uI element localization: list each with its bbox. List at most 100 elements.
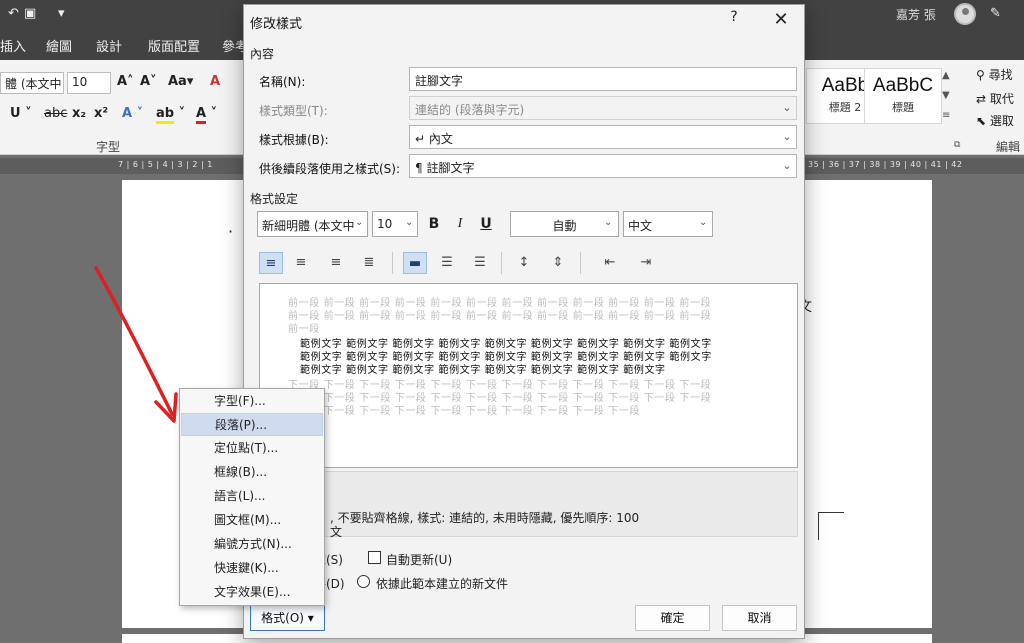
decrease-indent-icon[interactable]: ⇤ — [598, 252, 622, 274]
format-menu-button[interactable]: 格式(O) ▾ — [250, 605, 325, 631]
preview-previous-line: 前一段 前一段 前一段 前一段 前一段 前一段 前一段 前一段 前一段 前一段 … — [288, 298, 712, 309]
subscript-icon[interactable]: x₂ — [72, 106, 86, 121]
menu-item-text-effects[interactable]: 文字效果(E)... — [181, 581, 323, 604]
toolbar-divider — [392, 252, 393, 274]
style-preview-pane: 前一段 前一段 前一段 前一段 前一段 前一段 前一段 前一段 前一段 前一段 … — [259, 283, 798, 468]
grow-font-icon[interactable]: A˄ — [117, 74, 134, 89]
ribbon-font-size[interactable]: 10 — [67, 72, 111, 94]
following-style-label: 供後續段落使用之樣式(S): — [259, 162, 401, 176]
superscript-icon[interactable]: x² — [94, 106, 108, 121]
single-spacing-icon[interactable]: ▬ — [403, 252, 427, 274]
toolbar-divider — [580, 252, 581, 274]
page-corner-mark — [818, 512, 844, 540]
chevron-down-icon: ⌄ — [355, 217, 364, 228]
menu-item-font[interactable]: 字型(F)... — [181, 390, 323, 413]
underline-icon[interactable]: U ˅ — [10, 106, 32, 121]
description-line: 文 — [330, 525, 343, 539]
italic-button[interactable]: I — [448, 211, 472, 237]
menu-item-shortcut-key[interactable]: 快速鍵(K)... — [181, 557, 323, 580]
style-preview: AaBbC — [872, 75, 934, 96]
preview-next-line: 下一段 下一段 下一段 下一段 下一段 下一段 下一段 下一段 下一段 下一段 — [288, 406, 641, 417]
increase-indent-icon[interactable]: ⇥ — [634, 252, 658, 274]
new-documents-label[interactable]: 依據此範本建立的新文件 — [376, 575, 508, 592]
font-value: 新細明體 (本文中 — [262, 219, 355, 233]
font-color-value: 自動 — [552, 219, 577, 233]
align-right-icon[interactable]: ≡ — [324, 252, 348, 274]
page-bullet: · — [228, 222, 234, 241]
menu-item-border[interactable]: 框線(B)... — [181, 461, 323, 484]
change-case-icon[interactable]: Aa▾ — [168, 74, 193, 89]
description-line: , 不要貼齊格線, 樣式: 連結的, 未用時隱藏, 優先順序: 100 — [330, 511, 640, 525]
menu-item-frame[interactable]: 圖文框(M)... — [181, 509, 323, 532]
name-label: 名稱(N): — [259, 75, 306, 89]
avatar[interactable] — [954, 3, 976, 25]
preview-sample-line: 範例文字 範例文字 範例文字 範例文字 範例文字 範例文字 範例文字 範例文字 — [300, 365, 666, 376]
shrink-font-icon[interactable]: A˅ — [140, 74, 157, 89]
undo-icon[interactable]: ↶ — [8, 6, 19, 21]
based-on-value: ↵ 內文 — [415, 132, 453, 146]
format-dropdown-menu: 字型(F)... 段落(P)... 定位點(T)... 框線(B)... 語言(… — [179, 388, 325, 606]
menu-item-tabs[interactable]: 定位點(T)... — [181, 437, 323, 460]
modify-style-dialog: 修改樣式 ? ✕ 內容 名稱(N): 註腳文字 樣式類型(T): 連結的 (段落… — [243, 4, 805, 639]
find-button[interactable]: ⚲ 尋找 — [976, 66, 1013, 83]
styles-launcher-icon[interactable]: ⧉ — [954, 140, 960, 150]
style-type-value: 連結的 (段落與字元) — [415, 103, 525, 117]
replace-button[interactable]: ⇄ 取代 — [976, 90, 1014, 107]
strikethrough-icon[interactable]: abc — [44, 106, 67, 121]
ruler-left-numbers: 7 | 6 | 5 | 4 | 3 | 2 | 1 — [118, 160, 213, 169]
ribbon-font-name[interactable]: 體 (本文中 — [0, 72, 64, 94]
cancel-button[interactable]: 取消 — [722, 605, 797, 631]
text-effects-icon[interactable]: A ˅ — [122, 106, 143, 121]
based-on-select[interactable]: ↵ 內文 ⌄ — [409, 125, 797, 149]
preview-next-line: 下一段 下一段 下一段 下一段 下一段 下一段 下一段 下一段 下一段 下一段 … — [288, 393, 712, 404]
align-left-icon[interactable]: ≡ — [259, 252, 283, 274]
select-button[interactable]: ⬉ 選取 — [976, 112, 1014, 129]
style-type-select: 連結的 (段落與字元) ⌄ — [409, 96, 797, 120]
auto-update-checkbox[interactable] — [368, 551, 381, 564]
script-value: 中文 — [628, 219, 653, 233]
preview-sample-line: 範例文字 範例文字 範例文字 範例文字 範例文字 範例文字 範例文字 範例文字 … — [300, 339, 712, 350]
one-half-spacing-icon[interactable]: ☰ — [435, 252, 459, 274]
new-documents-radio[interactable] — [357, 575, 370, 588]
dialog-title: 修改樣式 — [250, 17, 303, 32]
menu-item-paragraph[interactable]: 段落(P)... — [181, 413, 323, 436]
tab-insert[interactable]: 插入 — [0, 36, 26, 55]
search-icon: ⚲ — [976, 68, 985, 82]
style-title[interactable]: AaBbC 標題 — [864, 68, 942, 124]
auto-update-label[interactable]: 自動更新(U) — [386, 551, 452, 568]
style-type-label: 樣式類型(T): — [259, 104, 328, 118]
highlight-icon[interactable]: ab ˅ — [156, 106, 185, 124]
properties-section-label: 內容 — [250, 47, 275, 61]
close-button[interactable]: ✕ — [770, 9, 792, 31]
styles-scroll-down-icon[interactable]: ▼ — [942, 90, 950, 101]
underline-button[interactable]: U — [474, 211, 498, 237]
editing-group-label: 編輯 — [996, 140, 1021, 154]
space-before-icon[interactable]: ↕ — [512, 252, 536, 274]
toolbar-divider — [501, 252, 502, 274]
ok-button[interactable]: 確定 — [635, 605, 710, 631]
space-after-icon[interactable]: ⇕ — [546, 252, 570, 274]
menu-item-language[interactable]: 語言(L)... — [181, 485, 323, 508]
justify-icon[interactable]: ≣ — [357, 252, 381, 274]
following-style-select[interactable]: ¶ 註腳文字 ⌄ — [409, 154, 797, 178]
pen-icon[interactable]: ✎ — [990, 6, 1001, 21]
bold-button[interactable]: B — [422, 211, 446, 237]
quick-access-dropdown-icon[interactable]: ▾ — [58, 6, 65, 21]
tab-draw[interactable]: 繪圖 — [46, 36, 72, 55]
font-select[interactable]: 新細明體 (本文中 — [257, 211, 368, 237]
double-spacing-icon[interactable]: ☰ — [468, 252, 492, 274]
font-color-icon[interactable]: A ˅ — [196, 106, 217, 124]
briefcase-icon[interactable]: ▣ — [24, 6, 36, 21]
clear-format-icon[interactable]: A — [210, 74, 220, 89]
style-name-input[interactable]: 註腳文字 — [409, 67, 797, 91]
preview-previous-line: 前一段 — [288, 324, 320, 335]
styles-more-icon[interactable]: ≡ — [942, 110, 950, 121]
tab-design[interactable]: 設計 — [96, 36, 122, 55]
menu-item-numbering[interactable]: 編號方式(N)... — [181, 533, 323, 556]
styles-scroll-up-icon[interactable]: ▲ — [942, 70, 950, 81]
tab-layout[interactable]: 版面配置 — [148, 36, 200, 55]
help-button[interactable]: ? — [724, 9, 744, 29]
cursor-icon: ⬉ — [976, 114, 987, 128]
font-color-select[interactable]: 自動 — [510, 211, 619, 237]
align-center-icon[interactable]: ≡ — [289, 252, 313, 274]
